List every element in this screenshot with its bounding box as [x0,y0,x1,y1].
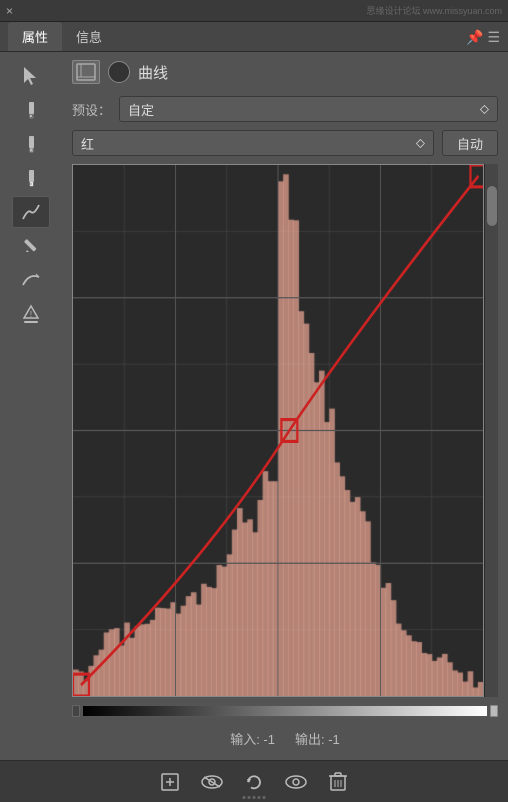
preset-arrow: ⬦ [480,101,489,117]
slider-right-handle[interactable] [490,705,498,717]
output-label: 输出: -1 [295,729,340,748]
pin-icon: 📌 [466,29,483,46]
spline-tool[interactable] [12,264,50,296]
grip [243,796,266,799]
gradient-slider-row [72,705,498,717]
watermark: 思缘设计论坛 www.missyuan.com [366,4,502,17]
tabs-bar: 属性 信息 📌 ☰ [0,22,508,52]
tab-properties[interactable]: 属性 [8,22,62,51]
pencil-tool[interactable] [12,230,50,262]
pointer-tool[interactable] [12,60,50,92]
reset-button[interactable] [240,768,268,796]
tabs-menu[interactable]: 📌 ☰ [466,29,500,51]
preset-label: 预设： [72,100,111,119]
gradient-bar [82,705,488,717]
eyedropper-black-tool[interactable] [12,94,50,126]
eyedropper-white-tool[interactable] [12,162,50,194]
channel-value: 红 [81,134,94,153]
panel-icon2 [108,61,130,83]
add-point-button[interactable] [156,768,184,796]
curve-canvas[interactable] [72,164,484,697]
menu-icon: ☰ [487,29,500,46]
titlebar: × 思缘设计论坛 www.missyuan.com [0,0,508,22]
slider-left-handle[interactable] [72,705,80,717]
delete-button[interactable] [324,768,352,796]
warning-tool[interactable]: ! [12,298,50,330]
eye-button[interactable] [282,768,310,796]
visibility-button[interactable] [198,768,226,796]
svg-text:!: ! [30,310,32,319]
bottom-toolbar [0,760,508,802]
channel-arrow: ⬦ [416,135,425,151]
content-area: 曲线 预设： 自定 ⬦ 红 ⬦ 自动 [62,52,508,760]
channel-select[interactable]: 红 ⬦ [72,130,434,156]
eyedropper-gray-tool[interactable] [12,128,50,160]
channel-row: 红 ⬦ 自动 [72,130,498,156]
preset-value: 自定 [128,100,154,119]
panel-header: 曲线 [72,60,498,88]
input-label: 输入: -1 [230,729,275,748]
preset-select[interactable]: 自定 ⬦ [119,96,498,122]
io-row: 输入: -1 输出: -1 [72,725,498,752]
main-panel: ! 曲线 预设： 自定 ⬦ [0,52,508,760]
scrollbar[interactable] [484,164,498,697]
auto-button[interactable]: 自动 [442,130,498,156]
preset-row: 预设： 自定 ⬦ [72,96,498,122]
curve-tool[interactable] [12,196,50,228]
tab-info[interactable]: 信息 [62,22,116,51]
panel-title: 曲线 [138,62,168,83]
panel-icon1 [72,60,100,84]
left-toolbar: ! [0,52,62,760]
scrollbar-thumb[interactable] [487,186,497,226]
curve-area [72,164,498,697]
close-button[interactable]: × [6,4,20,18]
